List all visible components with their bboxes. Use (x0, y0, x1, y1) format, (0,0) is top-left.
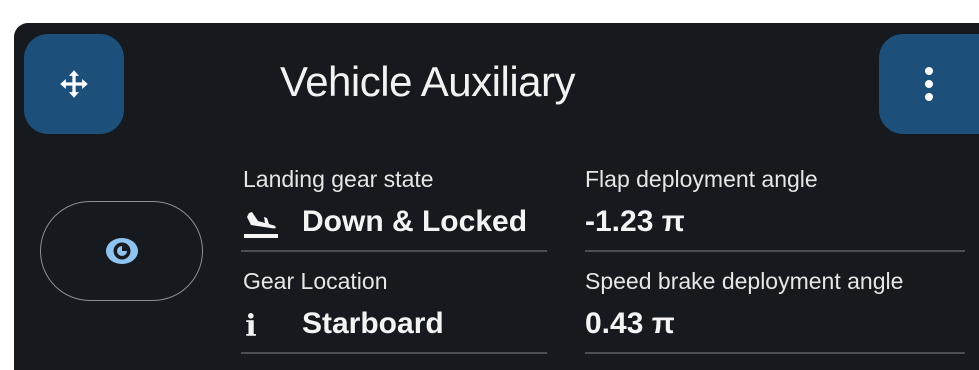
card-title: Vehicle Auxiliary (280, 58, 576, 105)
flap-angle-label: Flap deployment angle (585, 166, 818, 192)
gear-location-label: Gear Location (243, 268, 388, 294)
gear-location-value: Starboard (302, 307, 444, 340)
speed-brake-value: 0.43 π (585, 307, 675, 340)
plane-landing-icon (241, 206, 281, 242)
landing-gear-underline (241, 250, 547, 252)
info-icon: i (245, 308, 257, 344)
visibility-toggle-button[interactable] (40, 201, 203, 301)
move-arrows-icon (60, 70, 88, 98)
eye-icon (105, 238, 138, 264)
flap-angle-underline (585, 250, 965, 252)
speed-brake-label: Speed brake deployment angle (585, 268, 904, 294)
gear-location-underline (241, 352, 547, 354)
card-menu-button[interactable] (879, 34, 979, 134)
flap-angle-value: -1.23 π (585, 205, 685, 238)
landing-gear-value: Down & Locked (302, 205, 528, 238)
landing-gear-label: Landing gear state (243, 166, 434, 192)
speed-brake-underline (585, 352, 965, 354)
drag-handle-button[interactable] (24, 34, 124, 134)
kebab-menu-icon (925, 67, 933, 101)
